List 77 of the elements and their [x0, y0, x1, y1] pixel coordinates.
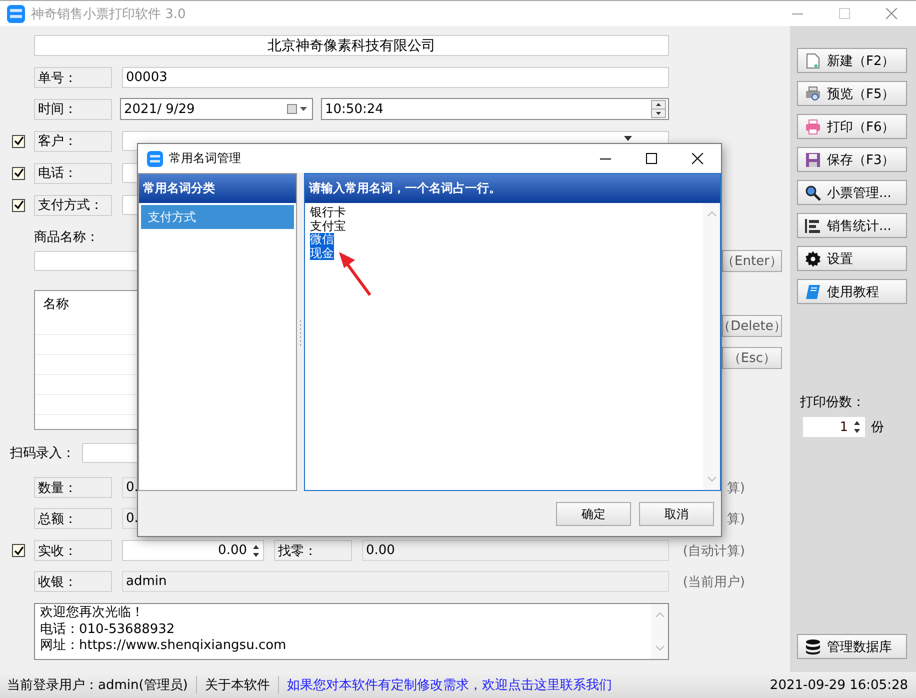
annotation-arrow: [337, 251, 373, 297]
toolbar-button[interactable]: 打印（F6）: [797, 114, 907, 139]
field-label: 找零：: [274, 540, 352, 561]
app-logo-icon: [147, 150, 163, 166]
calendar-icon[interactable]: [287, 104, 309, 114]
copies-unit: 份: [871, 419, 884, 436]
add-button[interactable]: （Enter）: [722, 250, 782, 272]
field-label: 电话：: [34, 162, 112, 184]
printer-icon: [805, 118, 821, 134]
settings-icon: [805, 250, 821, 266]
field-label: 客户：: [34, 130, 112, 152]
splitter-handle[interactable]: [299, 320, 302, 346]
term-line: 支付宝: [310, 220, 346, 233]
cashier-field: admin: [122, 571, 669, 592]
receipt-footer-textarea[interactable]: 欢迎您再次光临！ 电话：010-53688932 网址：https://www.shenqixiangsu.com: [34, 603, 669, 660]
hint-text: (当前用户): [682, 574, 745, 590]
checkbox[interactable]: [12, 134, 25, 148]
date-picker[interactable]: 2021/ 9/29: [120, 98, 313, 120]
checkbox[interactable]: [12, 198, 25, 212]
product-name-label: 商品名称：: [34, 229, 99, 246]
toolbar-button[interactable]: 使用教程: [797, 279, 907, 304]
checkbox[interactable]: [12, 166, 25, 180]
manage-database-button[interactable]: 管理数据库: [797, 634, 907, 659]
database-icon: [805, 638, 821, 654]
ok-button[interactable]: 确定: [556, 502, 631, 526]
text-line: 欢迎您再次光临！: [40, 605, 144, 622]
field-label: 实收：: [34, 540, 112, 561]
term-line: 银行卡: [310, 206, 346, 220]
delete-button[interactable]: （Delete）: [722, 315, 782, 337]
toolbar-button[interactable]: 小票管理...: [797, 180, 907, 205]
column-header: 名称: [43, 297, 69, 312]
book-icon: [805, 284, 821, 300]
cancel-button[interactable]: （Esc）: [722, 347, 782, 369]
field-label: 数量：: [34, 477, 112, 498]
hint-text: 算): [726, 480, 745, 496]
terms-textarea[interactable]: 银行卡 支付宝 微信 现金: [305, 203, 720, 490]
current-user-text: 当前登录用户：admin(管理员): [7, 677, 189, 694]
order-number-label: 单号：: [34, 67, 112, 88]
field-label: 总额：: [34, 508, 112, 529]
dialog-title: 常用名词管理: [169, 150, 241, 167]
checkbox[interactable]: [12, 544, 25, 557]
time-label: 时间：: [34, 98, 112, 120]
panel-header: 请输入常用名词，一个名词占一行。: [305, 174, 720, 203]
dropdown-arrow-icon[interactable]: [624, 136, 632, 141]
toolbar-button[interactable]: 销售统计...: [797, 213, 907, 238]
close-icon[interactable]: [692, 152, 704, 164]
print-copies-spinner[interactable]: 1: [803, 417, 865, 437]
app-logo-icon: [7, 4, 25, 22]
cancel-button[interactable]: 取消: [639, 502, 714, 526]
toolbar-button[interactable]: 预览（F5）: [797, 81, 907, 106]
toolbar-button[interactable]: 设置: [797, 246, 907, 271]
about-link[interactable]: 关于本软件: [196, 676, 278, 694]
printer-preview-icon: [805, 86, 821, 102]
toolbar-button[interactable]: 保存（F3）: [797, 147, 907, 172]
hint-text: 算): [726, 512, 745, 526]
contact-link[interactable]: 如果您对本软件有定制修改需求，欢迎点击这里联系我们: [278, 676, 620, 694]
company-name-field[interactable]: 北京神奇像素科技有限公司: [34, 35, 669, 56]
maximize-icon[interactable]: [646, 152, 658, 164]
panel-header: 常用名词分类: [139, 174, 296, 203]
field-label: 收银：: [34, 571, 112, 592]
status-datetime: 2021-09-29 16:05:28: [770, 678, 909, 692]
order-number-field[interactable]: 00003: [122, 67, 669, 88]
received-amount-spinner[interactable]: 0.00: [122, 540, 264, 561]
change-field: 0.00: [362, 540, 669, 561]
new-document-icon: [805, 52, 821, 68]
spinner-icon[interactable]: [651, 100, 666, 118]
text-line: 网址：https://www.shenqixiangsu.com: [40, 638, 286, 654]
hint-text: (自动计算): [682, 544, 745, 558]
search-icon: [805, 184, 821, 200]
text-line: 电话：010-53688932: [40, 622, 175, 638]
toolbar-button[interactable]: 新建（F2）: [797, 48, 907, 73]
bar-list-icon: [805, 218, 821, 234]
time-field[interactable]: 10:50:24: [321, 98, 669, 120]
window-title: 神奇销售小票打印软件 3.0: [31, 6, 186, 22]
field-label: 支付方式：: [34, 194, 112, 216]
print-copies-label: 打印份数：: [800, 394, 865, 411]
scan-input-label: 扫码录入：: [10, 445, 76, 462]
